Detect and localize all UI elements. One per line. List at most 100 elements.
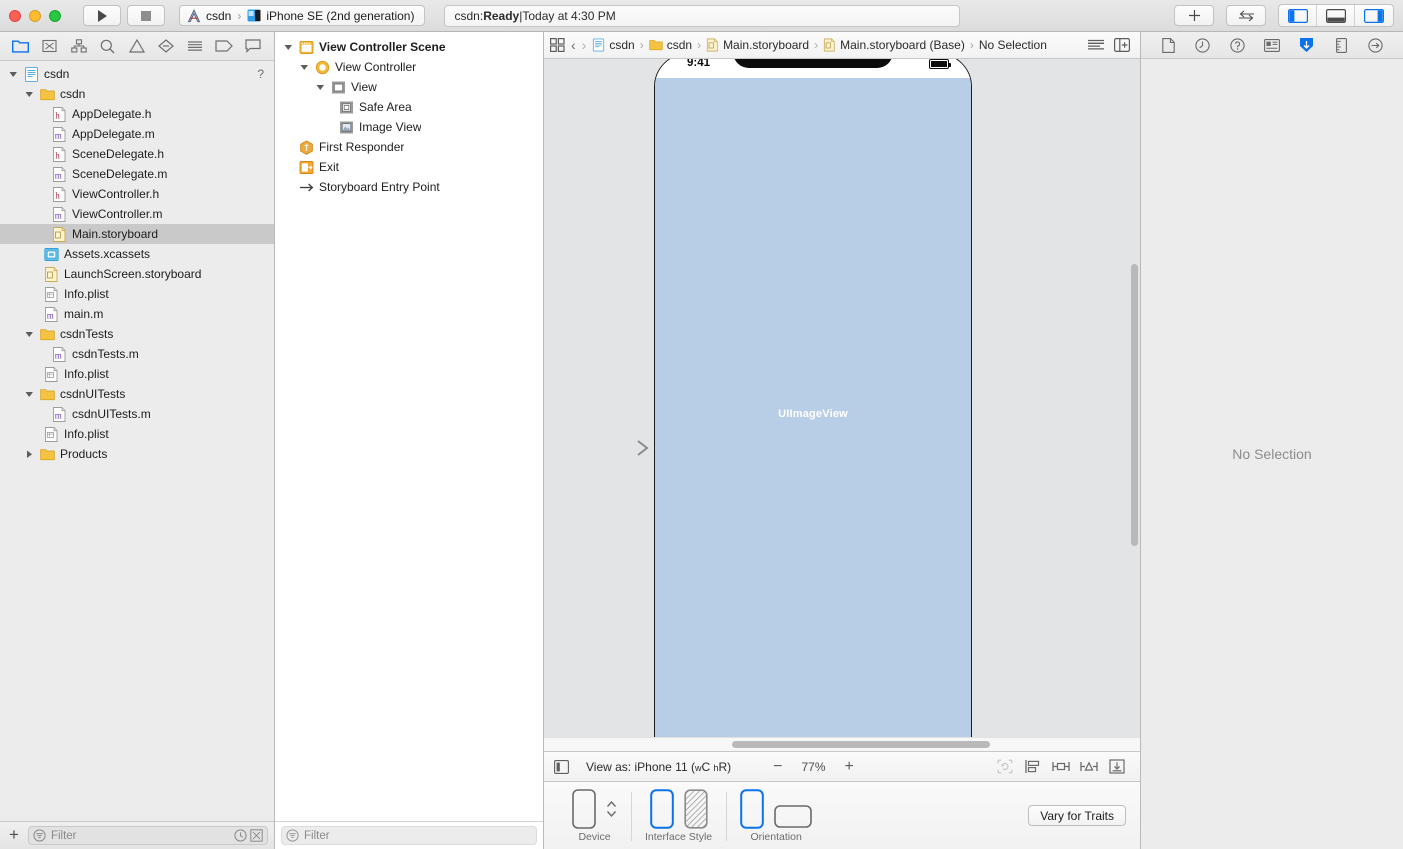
add-constraints-button[interactable] [1052,758,1070,776]
uiimageview-element[interactable]: UIImageView [655,78,971,750]
tree-row-file[interactable]: m csdnUITests.m [0,404,274,424]
orientation-landscape-icon[interactable] [774,804,812,828]
disclosure-triangle-open[interactable] [24,90,35,99]
tree-row-file[interactable]: h AppDelegate.h [0,104,274,124]
navigator-tab-report[interactable] [242,36,264,56]
stop-button[interactable] [127,5,165,26]
outline-row-entrypoint[interactable]: Storyboard Entry Point [275,177,543,197]
inspector-tab-size[interactable] [1331,35,1351,55]
minimap-lines-icon[interactable] [1087,39,1105,52]
navigator-tab-find[interactable] [97,36,119,56]
related-items-icon[interactable] [550,38,565,52]
tree-row-file[interactable]: m ViewController.m [0,204,274,224]
tree-row-file[interactable]: h SceneDelegate.h [0,144,274,164]
disclosure-triangle-open[interactable] [283,43,294,52]
outline-row-firstresponder[interactable]: First Responder [275,137,543,157]
navigator-tab-project[interactable] [10,36,32,56]
embed-in-button[interactable] [1108,758,1126,776]
view-controller-scene-canvas[interactable]: 9:41 UIImageView [654,59,972,751]
tree-row-group-products[interactable]: Products [0,444,274,464]
navigator-tab-source-control[interactable] [39,36,61,56]
tree-row-file[interactable]: h ViewController.h [0,184,274,204]
recent-clock-icon[interactable] [234,829,247,842]
resolve-issues-button[interactable] [1080,758,1098,776]
add-editor-icon[interactable] [1114,38,1130,52]
navigator-help-marker[interactable]: ? [257,67,268,81]
navigator-tab-issue[interactable] [126,36,148,56]
bottom-panel-toggle[interactable] [1317,5,1355,26]
inspector-tab-connections[interactable] [1366,35,1386,55]
tree-row-file-assets[interactable]: Assets.xcassets [0,244,274,264]
outline-row-imageview[interactable]: Image View [275,117,543,137]
folder-icon[interactable] [649,39,663,51]
add-file-button[interactable]: + [6,826,22,845]
forward-button[interactable]: › [582,37,587,53]
run-button[interactable] [83,5,121,26]
navigator-filter-field[interactable]: Filter [27,826,268,845]
canvas-horizontal-scrollbar-track[interactable] [544,737,1140,751]
breadcrumb-item-3[interactable]: Main.storyboard (Base) [840,38,965,52]
tree-row-group-csdn[interactable]: csdn [0,84,274,104]
minimize-window-button[interactable] [29,9,41,22]
zoom-level-value[interactable]: 77% [799,760,829,774]
align-button[interactable] [1024,758,1042,776]
device-stepper-icon[interactable] [606,798,617,820]
disclosure-triangle-open[interactable] [315,83,326,92]
tree-row-file[interactable]: m SceneDelegate.m [0,164,274,184]
disclosure-triangle-open[interactable] [299,63,310,72]
outline-row-exit[interactable]: Exit [275,157,543,177]
storyboard-canvas[interactable]: 9:41 UIImageView [544,59,1140,751]
navigator-tab-breakpoint[interactable] [213,36,235,56]
right-panel-toggle[interactable] [1355,5,1393,26]
tree-row-file[interactable]: Info.plist [0,424,274,444]
inspector-tab-file[interactable] [1158,35,1178,55]
canvas-vertical-scrollbar[interactable] [1131,264,1138,546]
breadcrumb-item-0[interactable]: csdn [609,38,634,52]
tree-row-file[interactable]: m AppDelegate.m [0,124,274,144]
tree-row-project[interactable]: csdn ? [0,64,274,84]
zoom-in-button[interactable]: + [845,758,854,775]
tree-row-file[interactable]: Info.plist [0,364,274,384]
navigator-tab-test[interactable] [155,36,177,56]
navigator-tab-debug[interactable] [184,36,206,56]
inspector-tab-quick-help[interactable] [1227,35,1247,55]
breadcrumb-item-2[interactable]: Main.storyboard [723,38,809,52]
tree-row-group-csdnuitests[interactable]: csdnUITests [0,384,274,404]
project-navigator-tree[interactable]: csdn ? csdn h AppDelegate.h m AppDelegat… [0,61,274,821]
canvas-horizontal-scrollbar[interactable] [732,741,990,748]
update-frames-button[interactable] [996,758,1014,776]
zoom-out-button[interactable]: − [773,758,782,775]
outline-row-scene[interactable]: View Controller Scene [275,37,543,57]
breadcrumb-item-1[interactable]: csdn [667,38,692,52]
inspector-tab-attributes[interactable] [1297,35,1317,55]
add-editor-button[interactable] [1174,5,1214,26]
tree-row-file-mainm[interactable]: m main.m [0,304,274,324]
disclosure-triangle-open[interactable] [8,70,19,79]
storyboard-file-icon[interactable] [823,38,836,52]
scheme-selector[interactable]: csdn › iPhone SE (2nd generation) [179,5,426,26]
outline-filter-field[interactable]: Filter [281,826,537,845]
tree-row-file[interactable]: m csdnTests.m [0,344,274,364]
view-as-label[interactable]: View as: iPhone 11 (wC hR) [586,760,731,774]
orientation-portrait-icon[interactable] [740,789,764,829]
swap-editor-button[interactable] [1226,5,1266,26]
vary-for-traits-button[interactable]: Vary for Traits [1028,805,1126,826]
interface-style-light-icon[interactable] [649,789,674,829]
navigator-tab-symbol[interactable] [68,36,90,56]
storyboard-file-icon[interactable] [706,38,719,52]
tree-row-file-launchscreen[interactable]: LaunchScreen.storyboard [0,264,274,284]
tree-row-file-infoplist[interactable]: Info.plist [0,284,274,304]
back-button[interactable]: ‹ [571,37,576,53]
interface-style-dark-icon[interactable] [683,789,708,829]
breadcrumb-item-4[interactable]: No Selection [979,38,1047,52]
outline-row-safearea[interactable]: Safe Area [275,97,543,117]
device-phone-icon[interactable] [572,789,596,829]
disclosure-triangle-open[interactable] [24,390,35,399]
tree-row-file-main-storyboard[interactable]: Main.storyboard [0,224,274,244]
inspector-tab-history[interactable] [1193,35,1213,55]
document-outline-tree[interactable]: View Controller Scene View Controller Vi… [275,32,543,821]
outline-row-view[interactable]: View [275,77,543,97]
disclosure-triangle-closed[interactable] [24,450,35,459]
project-icon[interactable] [592,38,605,52]
zoom-window-button[interactable] [49,9,61,22]
